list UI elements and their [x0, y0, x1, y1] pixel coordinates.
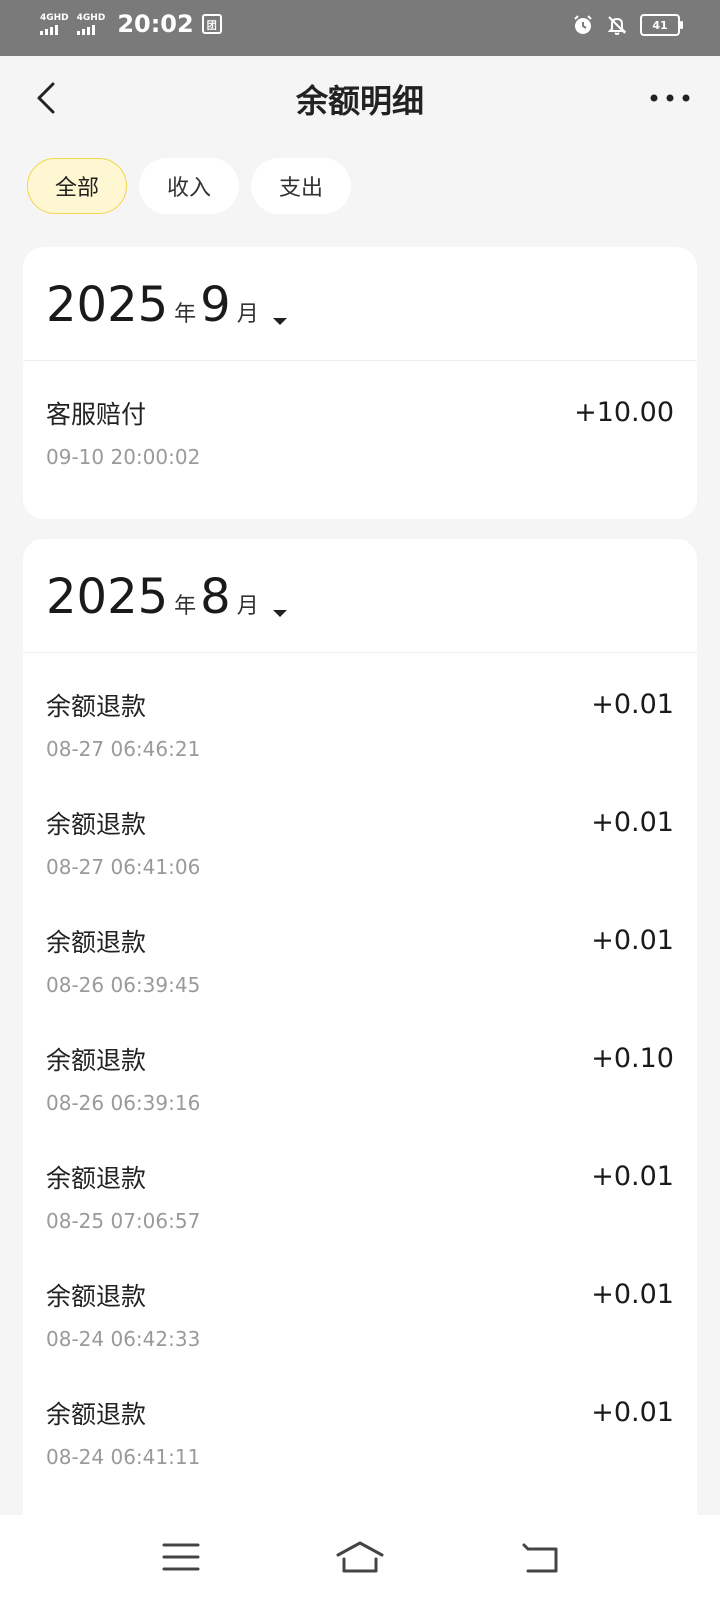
month-card-september: 2025 年 9 月 客服赔付 09-10 20:00:02 +10.00	[23, 247, 697, 519]
transaction-amount: +0.01	[591, 807, 674, 838]
menu-icon	[162, 1543, 200, 1571]
system-nav-bar	[0, 1515, 720, 1600]
home-icon	[336, 1541, 384, 1573]
transaction-amount: +10.00	[574, 397, 674, 428]
transaction-row[interactable]: 余额退款 08-27 06:46:21 +0.01	[23, 653, 697, 771]
alarm-icon	[574, 15, 592, 34]
notifications-off-icon	[607, 16, 627, 35]
month-unit: 月	[236, 302, 259, 327]
transaction-row[interactable]: 余额退款 08-25 07:06:57 +0.01	[23, 1125, 697, 1243]
transaction-amount: +0.01	[591, 689, 674, 720]
transaction-amount: +0.10	[591, 1043, 674, 1074]
month-value: 9	[200, 277, 231, 333]
year-value: 2025	[46, 277, 169, 333]
caret-down-icon	[272, 318, 287, 325]
transaction-amount: +0.01	[591, 1279, 674, 1310]
month-card-august: 2025 年 8 月 余额退款 08-27 06:46:21 +0.01 余额退…	[23, 539, 697, 1579]
transaction-row[interactable]: 余额退款 08-26 06:39:45 +0.01	[23, 889, 697, 1007]
status-time: 20:02	[117, 10, 194, 38]
transaction-title: 余额退款	[46, 1164, 147, 1193]
transaction-time: 08-26 06:39:16	[46, 1091, 201, 1115]
month-unit: 月	[236, 594, 259, 619]
transaction-title: 余额退款	[46, 692, 147, 721]
transaction-time: 08-25 07:06:57	[46, 1209, 201, 1233]
transaction-title: 余额退款	[46, 810, 147, 839]
signal-sim1: 4GHD	[40, 12, 69, 35]
page-title: 余额明细	[295, 82, 424, 120]
transaction-time: 08-27 06:46:21	[46, 737, 201, 761]
transaction-title: 余额退款	[46, 1046, 147, 1075]
more-horizontal-icon	[650, 94, 690, 102]
caret-down-icon	[272, 610, 287, 617]
transaction-row[interactable]: 客服赔付 09-10 20:00:02 +10.00	[23, 361, 697, 479]
app-notification-badge: 团	[201, 14, 222, 34]
transaction-time: 09-10 20:00:02	[46, 445, 201, 469]
year-unit: 年	[174, 594, 197, 619]
transaction-title: 余额退款	[46, 1400, 147, 1429]
month-value: 8	[200, 569, 231, 625]
transaction-title: 余额退款	[46, 928, 147, 957]
transaction-time: 08-24 06:41:11	[46, 1445, 201, 1469]
transaction-row[interactable]: 余额退款 08-27 06:41:06 +0.01	[23, 771, 697, 889]
year-value: 2025	[46, 569, 169, 625]
transaction-row[interactable]: 余额退款 08-24 06:41:11 +0.01	[23, 1361, 697, 1479]
transaction-time: 08-27 06:41:06	[46, 855, 201, 879]
month-selector[interactable]: 2025 年 9 月	[23, 247, 697, 361]
network-type-label: 4GHD	[40, 12, 69, 23]
back-arrow-icon	[522, 1543, 558, 1573]
transaction-title: 余额退款	[46, 1282, 147, 1311]
transaction-amount: +0.01	[591, 1397, 674, 1428]
status-bar: 4GHD 4GHD 20:02 团 41	[0, 0, 720, 56]
nav-home-button[interactable]	[334, 1537, 386, 1577]
battery-icon: 41	[640, 14, 683, 36]
network-type-label: 4GHD	[76, 12, 106, 23]
transaction-row[interactable]: 余额退款 08-24 06:42:33 +0.01	[23, 1243, 697, 1361]
transaction-amount: +0.01	[591, 1161, 674, 1192]
more-options-button[interactable]	[648, 78, 692, 118]
tab-expense[interactable]: 支出	[251, 158, 351, 214]
tab-all[interactable]: 全部	[27, 158, 127, 214]
status-left: 4GHD 4GHD 20:02 团	[40, 10, 222, 38]
signal-bars-icon	[40, 24, 58, 35]
transaction-title: 客服赔付	[46, 400, 147, 429]
battery-level: 41	[652, 18, 668, 32]
signal-sim2: 4GHD	[76, 12, 106, 35]
nav-menu-button[interactable]	[160, 1537, 204, 1577]
year-unit: 年	[174, 302, 197, 327]
status-right: 41	[572, 14, 683, 36]
transaction-row[interactable]: 余额退款 08-26 06:39:16 +0.10	[23, 1007, 697, 1125]
transaction-amount: +0.01	[591, 925, 674, 956]
page-header: 余额明细	[0, 56, 720, 140]
signal-bars-icon	[76, 24, 95, 35]
transaction-time: 08-26 06:39:45	[46, 973, 201, 997]
nav-back-button[interactable]	[520, 1537, 564, 1577]
tab-income[interactable]: 收入	[139, 158, 239, 214]
filter-tabs: 全部 收入 支出	[27, 158, 351, 214]
transaction-time: 08-24 06:42:33	[46, 1327, 201, 1351]
month-selector[interactable]: 2025 年 8 月	[23, 539, 697, 653]
